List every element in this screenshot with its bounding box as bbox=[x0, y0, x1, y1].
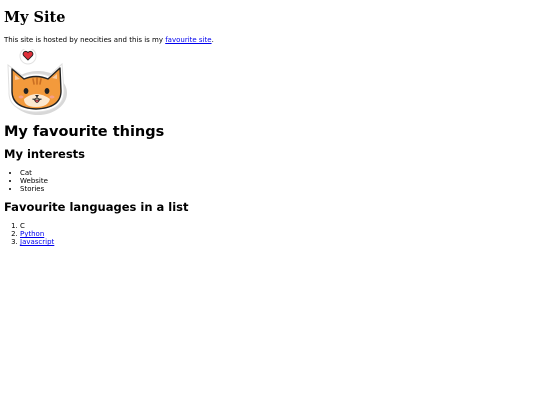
page-title: My Site bbox=[4, 9, 66, 26]
interests-heading: My interests bbox=[4, 147, 86, 161]
list-item: Cat bbox=[20, 169, 534, 177]
list-item: Python bbox=[20, 230, 534, 238]
cat-sticker-icon bbox=[7, 47, 67, 115]
language-javascript-link[interactable]: Javascript bbox=[20, 238, 54, 246]
list-item: Javascript bbox=[20, 238, 534, 246]
languages-list: C Python Javascript bbox=[4, 222, 534, 246]
intro-suffix: . bbox=[211, 36, 214, 44]
page-content: My Site This site is hosted by neocities… bbox=[4, 0, 534, 246]
list-item: Website bbox=[20, 177, 534, 185]
intro-paragraph: This site is hosted by neocities and thi… bbox=[4, 36, 534, 45]
intro-text: This site is hosted by neocities and thi… bbox=[4, 36, 163, 44]
list-item: C bbox=[20, 222, 534, 230]
language-c: C bbox=[20, 222, 25, 230]
favourite-site-link[interactable]: favourite site bbox=[165, 36, 211, 44]
interests-list: Cat Website Stories bbox=[4, 169, 534, 193]
languages-heading: Favourite languages in a list bbox=[4, 200, 189, 214]
favourite-things-heading: My favourite things bbox=[4, 124, 165, 140]
cat-image bbox=[4, 47, 70, 117]
language-python-link[interactable]: Python bbox=[20, 230, 44, 238]
list-item: Stories bbox=[20, 185, 534, 193]
